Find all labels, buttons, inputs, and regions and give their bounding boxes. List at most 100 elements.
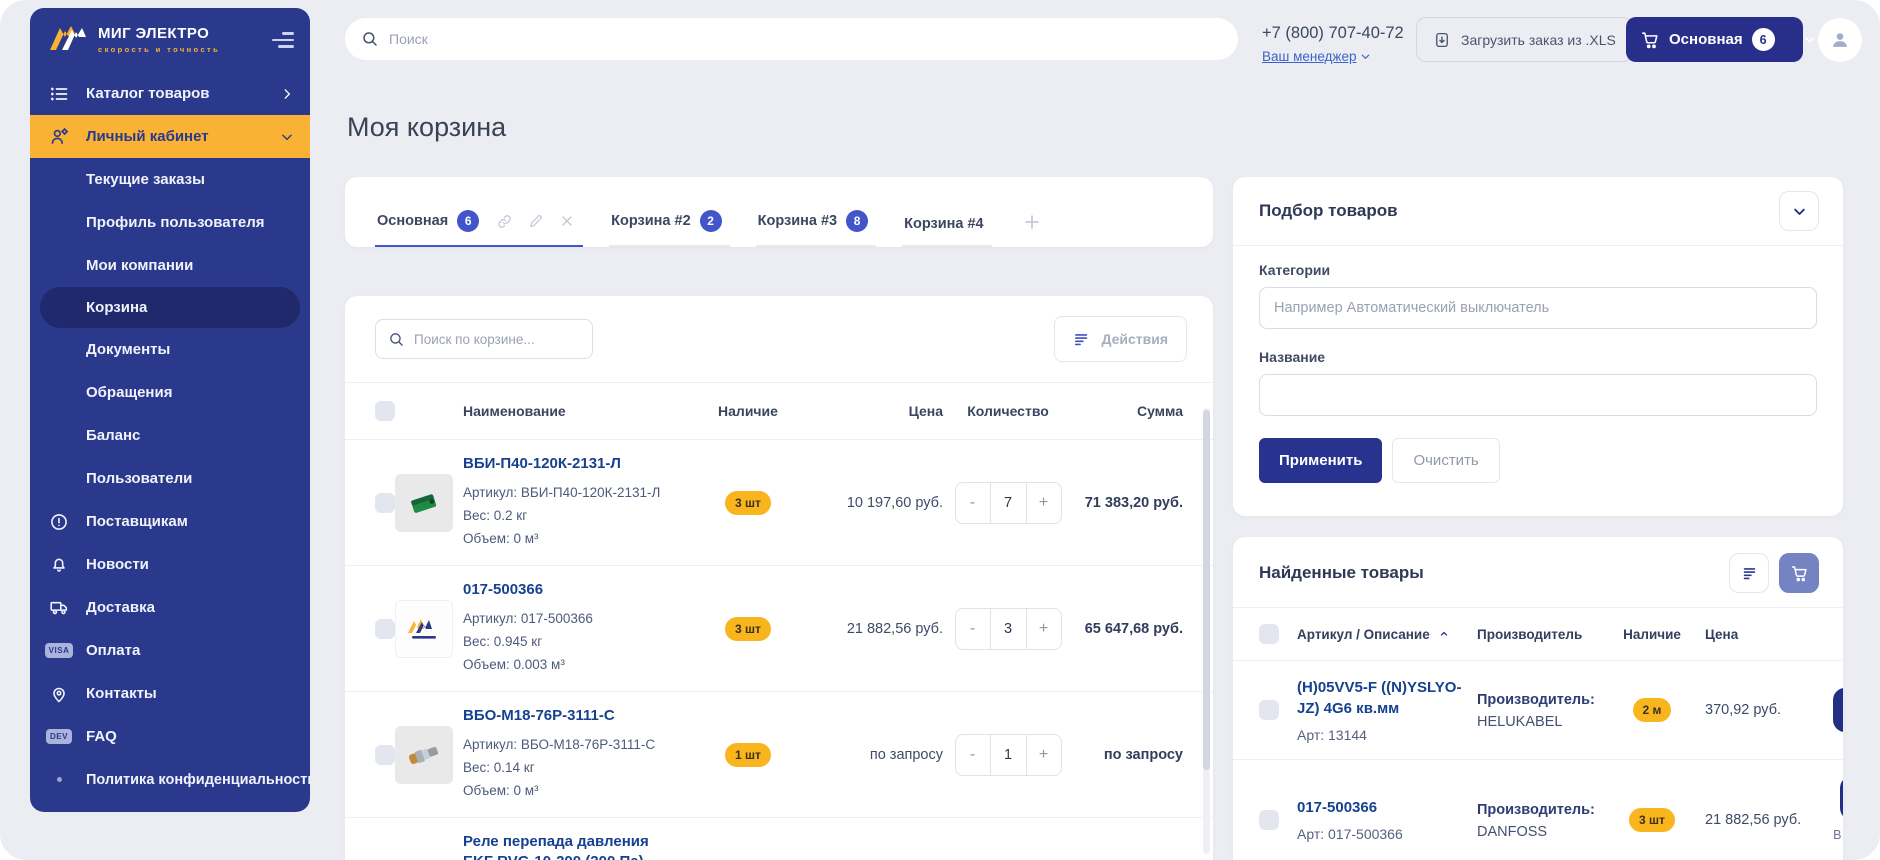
qty-plus-button[interactable]: + <box>1027 735 1061 775</box>
product-price: 21 882,56 руб. <box>1705 812 1821 828</box>
category-input[interactable] <box>1259 287 1817 329</box>
sidebar-collapse-icon[interactable] <box>272 24 294 48</box>
cart-dropdown-button[interactable]: Основная 6 <box>1626 17 1803 62</box>
apply-button[interactable]: Применить <box>1259 438 1382 483</box>
name-input[interactable] <box>1259 374 1817 416</box>
sidebar-item-balance[interactable]: Баланс <box>30 414 310 457</box>
sidebar-item-privacy-policy[interactable]: Политика конфиденциальности <box>30 758 310 801</box>
tab-cart-3[interactable]: Корзина #3 8 <box>756 210 876 247</box>
sidebar-item-requests[interactable]: Обращения <box>30 371 310 414</box>
product-title-link[interactable]: 017-500366 <box>463 580 675 600</box>
qty-plus-button[interactable]: + <box>1027 609 1061 649</box>
qty-plus-button[interactable]: + <box>1027 483 1061 523</box>
close-icon[interactable] <box>559 213 575 229</box>
scrollbar-thumb[interactable] <box>1203 410 1210 770</box>
sidebar-item-account[interactable]: Личный кабинет <box>30 115 310 158</box>
qty-value[interactable]: 7 <box>990 483 1027 523</box>
sidebar-item-cart[interactable]: Корзина <box>40 287 300 328</box>
sidebar-item-users[interactable]: Пользователи <box>30 457 310 500</box>
qty-value[interactable]: 1 <box>990 735 1027 775</box>
row-checkbox[interactable] <box>1259 700 1279 720</box>
sidebar-item-contacts[interactable]: Контакты <box>30 672 310 715</box>
tab-count-badge: 6 <box>457 210 479 232</box>
tab-cart-4[interactable]: Корзина #4 <box>902 216 991 247</box>
cart-search-input[interactable] <box>414 332 591 347</box>
sidebar-item-delivery[interactable]: Доставка <box>30 586 310 629</box>
sidebar-item-label: Каталог товаров <box>86 85 210 102</box>
list-view-button[interactable] <box>1729 553 1769 593</box>
dev-badge-icon: DEV <box>46 729 72 744</box>
add-to-cart-button[interactable] <box>1840 776 1843 820</box>
row-checkbox[interactable] <box>375 745 395 765</box>
qty-minus-button[interactable]: - <box>956 483 990 523</box>
manager-link[interactable]: Ваш менеджер <box>1262 49 1371 64</box>
page-title: Моя корзина <box>347 112 506 143</box>
chevron-up-icon <box>1438 628 1450 640</box>
pencil-icon[interactable] <box>528 213 544 229</box>
product-title-link[interactable]: ВБИ-П40-120К-2131-Л <box>463 454 675 474</box>
maker-value: HELUKABEL <box>1477 714 1599 730</box>
sidebar-item-label: Доставка <box>86 599 155 616</box>
column-price: Цена <box>1705 627 1821 642</box>
scrollbar-track[interactable] <box>1203 408 1210 854</box>
truck-icon <box>46 597 72 618</box>
collapse-panel-button[interactable] <box>1779 191 1819 231</box>
product-sku: Артикул: ВБО-М18-76Р-3111-С <box>463 734 675 757</box>
product-price: 10 197,60 руб. <box>803 495 943 511</box>
tab-cart-2[interactable]: Корзина #2 2 <box>609 210 729 247</box>
product-weight: Вес: 0.945 кг <box>463 631 675 654</box>
search-input[interactable] <box>389 31 1222 47</box>
product-title-link[interactable]: (H)05VV5-F ((N)YSLYO-JZ) 4G6 кв.мм <box>1297 677 1465 719</box>
user-avatar[interactable] <box>1818 18 1862 62</box>
select-all-checkbox[interactable] <box>375 401 395 421</box>
product-price: 21 882,56 руб. <box>803 621 943 637</box>
product-art: Арт: 017-500366 <box>1297 826 1465 842</box>
clear-button[interactable]: Очистить <box>1392 438 1499 483</box>
visa-badge-label: VISA <box>45 643 74 658</box>
qty-minus-button[interactable]: - <box>956 609 990 649</box>
cart-row: Реле перепада давления EKF RVG-10-200 (2… <box>345 817 1213 860</box>
dev-badge-label: DEV <box>46 729 72 744</box>
upload-xls-button[interactable]: Загрузить заказ из .XLS <box>1416 17 1633 62</box>
sidebar-item-catalog[interactable]: Каталог товаров <box>30 72 310 115</box>
actions-button[interactable]: Действия <box>1054 316 1187 362</box>
brand-logo[interactable]: МИГ ЭЛЕКТРО скорость и точность <box>48 24 220 54</box>
product-title-link[interactable]: ВБО-М18-76Р-3111-С <box>463 706 675 726</box>
sidebar-item-news[interactable]: Новости <box>30 543 310 586</box>
cart-row: 017-500366 Артикул: 017-500366 Вес: 0.94… <box>345 565 1213 691</box>
add-to-cart-button[interactable] <box>1833 688 1843 732</box>
tab-label: Основная <box>377 213 448 229</box>
sidebar-item-my-companies[interactable]: Мои компании <box>30 244 310 287</box>
row-checkbox[interactable] <box>1259 810 1279 830</box>
sidebar-item-payment[interactable]: VISA Оплата <box>30 629 310 672</box>
product-sku: Артикул: 017-500366 <box>463 608 675 631</box>
brand-lightning-icon <box>48 24 90 54</box>
quantity-stepper: - 3 + <box>955 608 1062 650</box>
tab-label: Корзина #3 <box>758 213 837 229</box>
column-desc-sort[interactable]: Артикул / Описание <box>1297 627 1465 642</box>
bell-icon <box>46 555 72 575</box>
brand-tagline: скорость и точность <box>98 45 220 54</box>
maker-label: Производитель: <box>1477 690 1599 712</box>
product-title-link[interactable]: Реле перепада давления EKF RVG-10-200 (2… <box>463 832 675 860</box>
sidebar-item-current-orders[interactable]: Текущие заказы <box>30 158 310 201</box>
row-checkbox[interactable] <box>375 619 395 639</box>
qty-value[interactable]: 3 <box>990 609 1027 649</box>
row-checkbox[interactable] <box>375 493 395 513</box>
qty-minus-button[interactable]: - <box>956 735 990 775</box>
add-selected-to-cart-button[interactable] <box>1779 553 1819 593</box>
add-cart-icon[interactable] <box>1022 212 1042 247</box>
maker-value: DANFOSS <box>1477 824 1599 840</box>
select-all-checkbox[interactable] <box>1259 624 1279 644</box>
sidebar-item-suppliers[interactable]: Поставщикам <box>30 500 310 543</box>
link-icon[interactable] <box>496 213 513 230</box>
cart-tabs-card: Основная 6 <box>345 177 1213 247</box>
product-title-link[interactable]: 017-500366 <box>1297 797 1465 818</box>
sidebar-item-documents[interactable]: Документы <box>30 328 310 371</box>
sidebar-item-faq[interactable]: DEV FAQ <box>30 715 310 758</box>
app-screen: МИГ ЭЛЕКТРО скорость и точность Каталог … <box>0 0 1880 860</box>
sidebar-item-user-profile[interactable]: Профиль пользователя <box>30 201 310 244</box>
search-icon <box>388 331 405 348</box>
product-volume: Объем: 0 м³ <box>463 780 675 803</box>
tab-main-cart[interactable]: Основная 6 <box>375 210 583 247</box>
